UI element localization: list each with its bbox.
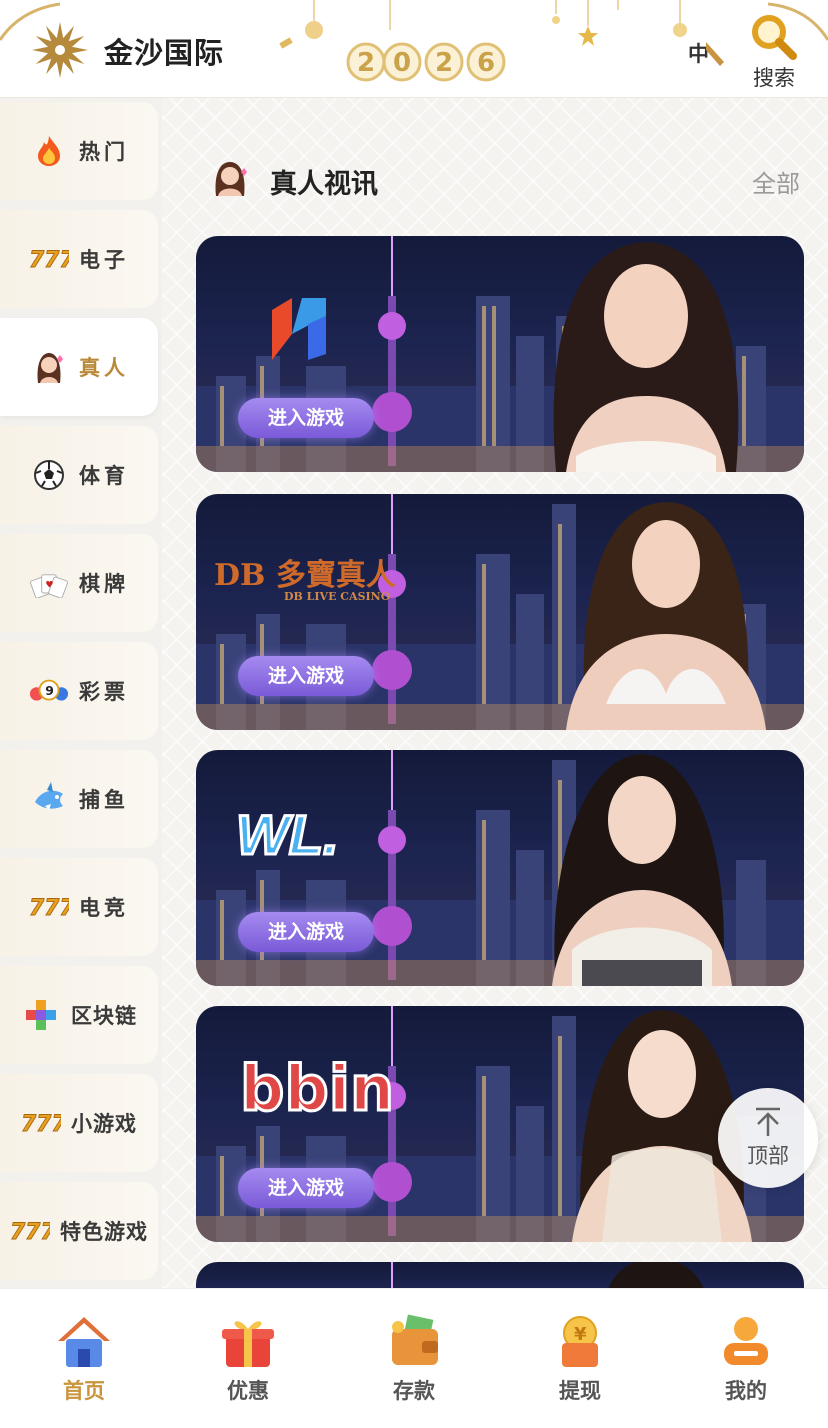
home-icon <box>58 1317 110 1367</box>
wallet-icon <box>392 1314 438 1365</box>
sidebar-label: 棋牌 <box>79 572 129 596</box>
sidebar-item-hot[interactable]: 热门 <box>0 102 158 200</box>
category-sidebar: 热门 777 电子 真人 体育 ♥ 棋牌 9 <box>0 98 162 1288</box>
dealer-photo <box>553 242 739 472</box>
sidebar-item-esports[interactable]: 777 电竞 <box>0 858 158 956</box>
search-label: 搜索 <box>753 66 795 90</box>
db-brand-logo: DB 多寶真人 DB LIVE CASINO <box>214 550 404 603</box>
sidebar-item-fishing[interactable]: 捕鱼 <box>0 750 158 848</box>
enter-game-button[interactable]: 进入游戏 <box>238 912 374 952</box>
sidebar-label: 捕鱼 <box>79 788 129 812</box>
tab-label: 首页 <box>63 1379 105 1403</box>
profile-icon <box>724 1317 768 1365</box>
enter-game-button[interactable]: 进入游戏 <box>238 1168 374 1208</box>
brand-name: 金沙国际 <box>104 36 225 70</box>
svg-text:777: 777 <box>21 1112 61 1136</box>
sidebar-item-live[interactable]: 真人 <box>0 318 158 416</box>
city-skyline-image <box>391 1262 704 1288</box>
sidebar-item-featured-games[interactable]: 777 特色游戏 <box>0 1182 158 1280</box>
tab-label: 存款 <box>393 1379 435 1403</box>
app-header: 金沙国际 2 0 2 6 中 搜索 <box>0 0 828 98</box>
tab-deposit[interactable]: 存款 <box>354 1307 474 1417</box>
tab-label: 提现 <box>559 1379 601 1403</box>
svg-text:777: 777 <box>10 1220 50 1244</box>
year-digit: 6 <box>477 48 495 78</box>
sands-logo-icon <box>32 22 88 78</box>
dealer-photo <box>552 754 732 986</box>
game-card-r[interactable]: 进入游戏 <box>196 236 804 472</box>
db-logo-subtext: DB LIVE CASINO <box>284 590 391 603</box>
tab-withdraw[interactable]: ¥ 提现 <box>520 1307 640 1417</box>
sidebar-label: 热门 <box>79 140 129 164</box>
language-flag-icon <box>706 42 724 66</box>
svg-text:777: 777 <box>29 896 69 920</box>
svg-text:777: 777 <box>29 248 69 272</box>
game-card-wl[interactable]: WL. 进入游戏 <box>196 750 804 986</box>
wl-brand-logo: WL. <box>235 802 341 868</box>
playing-cards-icon: ♥ <box>30 574 68 598</box>
back-to-top-button[interactable]: 顶部 <box>718 1088 818 1188</box>
sidebar-label: 彩票 <box>79 680 129 704</box>
new-year-decoration: 2 0 2 6 <box>279 0 687 82</box>
gift-icon <box>222 1321 274 1367</box>
slot-777-icon: 777 <box>29 248 69 272</box>
tab-profile[interactable]: 我的 <box>686 1307 806 1417</box>
tab-promotions[interactable]: 优惠 <box>188 1307 308 1417</box>
year-digit: 0 <box>393 48 411 78</box>
svg-text:♥: ♥ <box>45 581 53 591</box>
sidebar-item-mini-games[interactable]: 777 小游戏 <box>0 1074 158 1172</box>
sidebar-label: 电子 <box>79 248 129 272</box>
fire-icon <box>38 136 60 166</box>
year-digit: 2 <box>435 48 453 78</box>
live-dealer-icon <box>37 353 63 383</box>
db-logo-text: DB 多寶真人 <box>214 558 396 593</box>
tab-label: 优惠 <box>227 1379 269 1403</box>
game-card-db[interactable]: DB 多寶真人 DB LIVE CASINO 进入游戏 <box>196 494 804 730</box>
sidebar-item-cards[interactable]: ♥ 棋牌 <box>0 534 158 632</box>
dealer-photo <box>566 502 766 730</box>
lottery-balls-icon: 9 <box>29 679 69 701</box>
sidebar-label: 真人 <box>79 356 129 380</box>
shark-icon <box>35 782 63 810</box>
arrow-up-icon <box>756 1107 780 1136</box>
r-brand-logo <box>272 298 326 360</box>
svg-text:9: 9 <box>45 684 54 698</box>
tab-home[interactable]: 首页 <box>24 1307 144 1417</box>
sidebar-item-lottery[interactable]: 9 彩票 <box>0 642 158 740</box>
view-all-link[interactable]: 全部 <box>752 164 800 199</box>
back-to-top-label: 顶部 <box>747 1144 789 1168</box>
withdraw-icon: ¥ <box>562 1316 598 1367</box>
sidebar-item-slots[interactable]: 777 电子 <box>0 210 158 308</box>
gold-ribbon-decoration <box>768 2 828 41</box>
enter-game-button[interactable]: 进入游戏 <box>238 398 374 438</box>
svg-text:¥: ¥ <box>574 1324 587 1345</box>
blocks-icon <box>26 1000 56 1030</box>
soccer-ball-icon <box>34 460 64 490</box>
sidebar-label: 小游戏 <box>71 1112 137 1136</box>
sidebar-label: 区块链 <box>71 1004 137 1028</box>
sidebar-label: 体育 <box>79 464 129 488</box>
slot-777-icon: 777 <box>10 1220 50 1244</box>
sidebar-label: 电竞 <box>79 896 129 920</box>
section-title: 真人视讯 <box>270 169 378 200</box>
slot-777-icon: 777 <box>21 1112 61 1136</box>
bbin-brand-logo: bbin <box>238 1051 395 1127</box>
game-card-partial[interactable] <box>196 1262 804 1288</box>
tab-label: 我的 <box>725 1379 767 1403</box>
section-header: 真人视讯 全部 <box>210 158 800 202</box>
sidebar-item-sports[interactable]: 体育 <box>0 426 158 524</box>
sidebar-label: 特色游戏 <box>60 1220 148 1244</box>
year-digit: 2 <box>357 48 375 78</box>
enter-game-button[interactable]: 进入游戏 <box>238 656 374 696</box>
bottom-tab-bar: 首页 优惠 存款 ¥ 提现 我的 <box>0 1288 828 1428</box>
sidebar-item-blockchain[interactable]: 区块链 <box>0 966 158 1064</box>
slot-777-icon: 777 <box>29 896 69 920</box>
live-dealer-icon <box>215 162 247 196</box>
game-card-bbin[interactable]: bbin 进入游戏 <box>196 1006 804 1242</box>
